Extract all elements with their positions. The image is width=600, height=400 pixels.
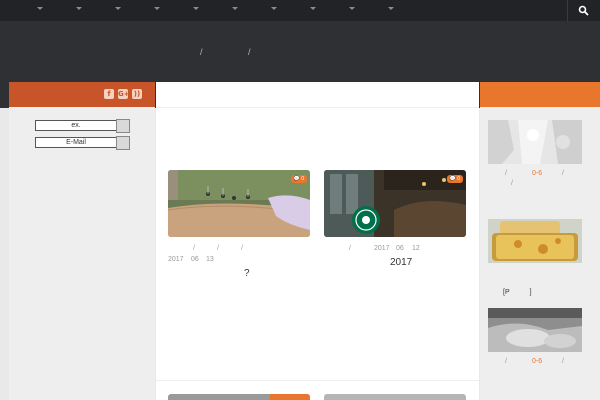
comment-count: 0 [457,176,460,182]
nav-item-8-chevron-down-icon[interactable] [310,7,316,10]
post-image [488,120,582,164]
meta-separator: / [511,180,513,187]
sidebar-post-thumbnail[interactable] [488,219,582,263]
meta-separator: / [349,245,351,252]
post-date-year: 2017 [168,256,184,263]
right-sidebar: / 0-6 / / [P] / 0-6 / [480,82,600,400]
facebook-icon[interactable]: f [104,89,114,99]
post-date-day: 13 [206,256,214,263]
post-date-day: 12 [412,245,420,252]
post-image [324,170,466,237]
post-thumbnail[interactable] [168,394,310,400]
sidebar-post-thumbnail[interactable] [488,120,582,164]
email-submit-button[interactable] [116,136,130,150]
comment-count-badge[interactable] [270,394,310,400]
nav-item-3-chevron-down-icon[interactable] [115,7,121,10]
nav-item-9-chevron-down-icon[interactable] [349,7,355,10]
nav-item-4-chevron-down-icon[interactable] [154,7,160,10]
top-nav-bar [0,0,600,21]
post-title[interactable]: ? [244,268,250,279]
main-content: 💬 0 / / / 2017 06 13 ? 💬 0 / 2017 06 12 … [156,82,479,400]
email-field[interactable]: E-Mail [35,137,117,148]
nav-item-6-chevron-down-icon[interactable] [232,7,238,10]
search-button[interactable] [567,0,600,21]
meta-separator: / [505,358,507,365]
rss-icon[interactable]: )) [132,89,142,99]
nav-item-1-chevron-down-icon[interactable] [37,7,43,10]
nav-item-10-chevron-down-icon[interactable] [388,7,394,10]
meta-separator: / [241,245,243,252]
divider [156,107,479,108]
nav-item-7-chevron-down-icon[interactable] [271,7,277,10]
divider [156,380,479,381]
comment-count: 0 [301,176,304,182]
comment-count-badge[interactable]: 💬 0 [446,175,463,183]
post-thumbnail[interactable]: 💬 0 [324,170,466,237]
post-date-month: 06 [396,245,404,252]
right-sidebar-header [480,82,600,107]
search-icon [578,5,589,16]
post-image [488,219,582,263]
sidebar-post-thumbnail[interactable] [488,308,582,352]
sidebar-post-title[interactable]: [P] [503,289,532,296]
breadcrumb-separator: / [200,47,203,57]
nav-item-5-chevron-down-icon[interactable] [193,7,199,10]
search-input[interactable]: ex. [35,120,117,131]
post-count-highlight: 0-6 [532,170,543,177]
googleplus-icon[interactable]: G+ [118,89,130,99]
nav-item-2-chevron-down-icon[interactable] [76,7,82,10]
meta-separator: / [562,170,564,177]
meta-separator: / [505,170,507,177]
left-sidebar: f G+ )) ex. E-Mail [9,82,155,400]
search-submit-button[interactable] [116,119,130,133]
post-title[interactable]: 2017 [390,257,412,268]
post-thumbnail[interactable]: 💬 0 [168,170,310,237]
post-image [488,308,582,352]
comment-count-badge[interactable]: 💬 0 [290,175,307,183]
post-thumbnail[interactable] [324,394,466,400]
post-image [168,170,310,237]
meta-separator: / [562,358,564,365]
meta-separator: / [193,245,195,252]
post-date-year: 2017 [374,245,390,252]
meta-separator: / [217,245,219,252]
breadcrumb-separator: / [248,47,251,57]
post-date-month: 06 [191,256,199,263]
post-count-highlight: 0-6 [532,358,543,365]
left-sidebar-header: f G+ )) [9,82,155,107]
